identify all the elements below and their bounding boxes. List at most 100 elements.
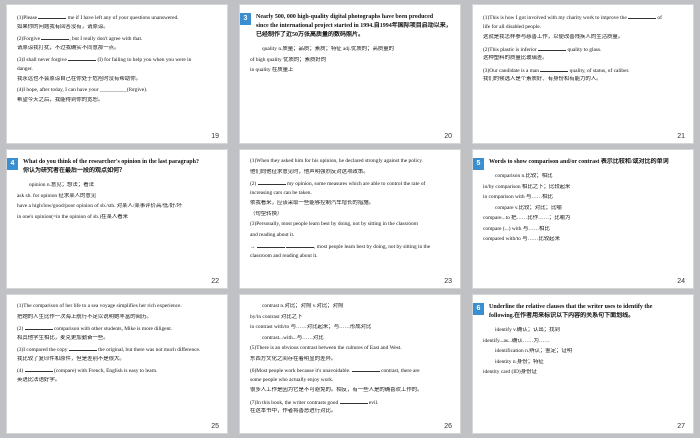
slide-heading-line: Words to show comparison and/or contrast… (489, 159, 669, 165)
slide-number: 24 (677, 278, 685, 285)
slide-text-line: identification n.辨认；鉴定；证明 (495, 348, 573, 354)
slide-text-line: 这种塑料的质量比玻璃差。 (483, 55, 548, 61)
slide-badge: 5 (473, 158, 484, 170)
blank-answer: quality (628, 13, 657, 19)
slide-text-line: compare (...) with 与……相比 (483, 225, 550, 232)
blank-answer: with (339, 398, 368, 404)
slide-text-line: in comparison with 与……相比 (483, 194, 553, 200)
slide-text-line: (3)I compared the copy with the original… (17, 345, 201, 353)
slide-thumbnail-21[interactable]: (1)This is how I got involved with my ch… (472, 4, 694, 144)
slide-heading-line: Underline the relative clauses that the … (489, 304, 653, 310)
slide-text-line: contrast...with...与……对比 (262, 334, 324, 341)
slide-thumbnail-24[interactable]: 5 Words to show comparison and/or contras… (472, 149, 694, 289)
slide-text-line: danger. (17, 65, 33, 72)
slide-text-line: in contrast with/to 与……对比起来；与……形成对比 (250, 324, 372, 330)
slide-text-line: and reading about it. (250, 231, 295, 238)
slide-heading-line: 已经制作了近50万张高质量的数码照片。 (256, 32, 365, 38)
slide-text-line: (3)Our candidate is a man of quality, of… (483, 66, 630, 74)
slide-text-line: (2) In comparison with other students, M… (17, 324, 173, 332)
slide-text-line: 很多人工作是因为它是不可避免的。相反，有一些人是的确喜欢工作的。 (250, 387, 423, 393)
slide-text-line: (3)I shall never forgive myself (I) for … (17, 55, 192, 63)
slide-text-line: identity n.身份；特征 (495, 358, 544, 365)
slide-text-line: compared with/to 与……比较起来 (483, 236, 560, 242)
slide-text-line: 我们的候选人是个素质好、有身份和有能力的人。 (483, 76, 602, 82)
slide-badge: 3 (240, 13, 251, 25)
slide-text-line: → In my opinion, most people learn best … (250, 242, 431, 250)
slide-thumbnail-19[interactable]: (1)Please forgive me if I have left any … (6, 4, 228, 144)
slide-text-line: (3)Personally, most people learn best by… (250, 221, 418, 227)
slide-text-line: life for all disabled people. (483, 23, 541, 30)
slide-text-line: (6)Most people work because it's unavoid… (250, 366, 420, 374)
slide-heading-line: 你认为研究者在最后一段的观点如何？ (23, 168, 126, 174)
slide-text-line: in quality 在质量上 (250, 67, 294, 73)
slide-text-line: identify...as...确认……为…… (483, 337, 550, 344)
blank-answer: myself (68, 55, 97, 61)
slide-number: 21 (677, 133, 685, 140)
slide-number: 25 (211, 423, 219, 430)
slide-number: 26 (444, 423, 452, 430)
slide-text-line: of high quality 优质的；素质好的 (250, 56, 327, 63)
slide-text-line: quality n.质量；品质；素质；特征 adj.优质的；高质量的 (262, 46, 395, 52)
blank-answer: forgive (38, 13, 67, 19)
slide-text-line: (7)In this book, the writer contrasts go… (250, 398, 379, 406)
slide-text-line: 英语比法语好学。 (17, 376, 61, 383)
slide-text-line: some people who actually enjoy work. (250, 376, 334, 383)
blank-answer: of (540, 66, 569, 72)
blank-answer: in (538, 45, 567, 51)
slide-heading-line: Nearly 500, 000 high-quality digital pho… (256, 14, 434, 20)
slide-text-line: contrast n.对比；对照 v.对比；对照 (262, 303, 344, 309)
blank-answer: In (257, 179, 286, 185)
slide-text-line: (2) In my opinion, some measures which a… (250, 179, 426, 187)
slide-text-line: 和其他学生相比，麦克更加勤奋一些。 (17, 334, 109, 341)
slide-text-line: (1)Please forgive me if I have left any … (17, 13, 179, 21)
slide-text-line: 依我看来，应该采取一些能够控制汽车增长的措施。 (250, 200, 374, 206)
slide-text-line: (2)Forgive my interrupting, but I really… (17, 34, 143, 42)
slide-thumbnail-26[interactable]: contrast n.对比；对照 v.对比；对照 by/in contrast 对… (239, 294, 461, 434)
slide-text-line: (1)The comparison of her life to a sea v… (17, 303, 182, 309)
slide-text-line: (2)This plastic is inferior in quality t… (483, 45, 602, 53)
slide-text-line: 在这本书中，作者将善恶进行对比。 (250, 408, 337, 414)
slide-thumbnail-25[interactable]: (1)The comparison of her life to a sea v… (6, 294, 228, 434)
slide-thumbnail-27[interactable]: 6 Underline the relative clauses that the… (472, 294, 694, 434)
slide-heading-line: following.在作者用来标识以下内容的关系句下面划线。 (489, 313, 635, 319)
slide-text-line: compare...to 把……比作……；比喻为 (483, 215, 571, 221)
slide-text-line: (4)I hope, after today, I can have your … (17, 86, 148, 93)
slide-text-line: 把她的人生比作一次海上航行不足以说明她丰富的阅历。 (17, 313, 152, 320)
slide-text-line: 请原谅我打扰，不过我确实不同意那一点。 (17, 44, 120, 51)
slide-heading-line: What do you think of the researcher's op… (23, 159, 199, 165)
slide-text-line: (1)This is how I got involved with my ch… (483, 13, 662, 21)
slide-text-line: classroom and reading about it. (250, 252, 318, 259)
slide-text-line: ask sb. for opinion 征求某人的意见 (17, 192, 97, 199)
slide-text-line: 我永远也不会原谅自己在你处于危险时没有帮助你。 (17, 76, 141, 82)
slide-number: 19 (211, 133, 219, 140)
slide-text-line: identify v.确认；认出；找到 (495, 327, 560, 333)
slide-text-line: 如果你的问题我有回答没有，请原谅。 (17, 23, 109, 30)
slide-text-line: identity card (ID)身份证 (483, 369, 537, 375)
slide-text-line: in/by comparison 相比之下；比较起来 (483, 183, 571, 190)
slide-text-line: in one's opinion(=in the opinion of sb.)… (17, 213, 129, 220)
blank-answer: my interrupting (41, 34, 75, 40)
slide-text-line: (4) Compared (compare) with French, Engl… (17, 366, 158, 374)
slide-number: 27 (677, 423, 685, 430)
slide-text-line: 东西方文化之间存在着明显的差异。 (250, 355, 337, 362)
slide-text-line: compare v.比较；对比；比喻 (495, 204, 562, 211)
slide-text-line: by/in contrast 对比之下 (250, 313, 303, 320)
slide-text-line: have a high/low/good/poor opinion of sb.… (17, 203, 183, 209)
slide-badge: 4 (7, 158, 18, 170)
slide-heading-line: since the international project started … (256, 23, 452, 29)
blank-answer: In (256, 242, 285, 248)
blank-answer: with (68, 345, 97, 351)
slide-thumbnail-20[interactable]: 3 Nearly 500, 000 high-quality digital ph… (239, 4, 461, 144)
slide-number: 23 (444, 278, 452, 285)
blank-answer: By/In (351, 366, 380, 372)
slide-text-line: opinion n.意见；想法；看法 (29, 182, 94, 188)
blank-answer: my opinion (286, 242, 315, 248)
slide-number: 20 (444, 133, 452, 140)
slide-badge: 6 (473, 303, 484, 315)
slide-number: 22 (211, 278, 219, 285)
slide-text-line: comparison n.比较；相比 (495, 173, 553, 179)
slide-text-line: increasing cars can be taken. (250, 189, 312, 196)
slide-text-line: (1)When they asked him for his opinion, … (250, 158, 424, 164)
slide-thumbnail-22[interactable]: 4 What do you think of the researcher's o… (6, 149, 228, 289)
slide-thumbnail-23[interactable]: (1)When they asked him for his opinion, … (239, 149, 461, 289)
